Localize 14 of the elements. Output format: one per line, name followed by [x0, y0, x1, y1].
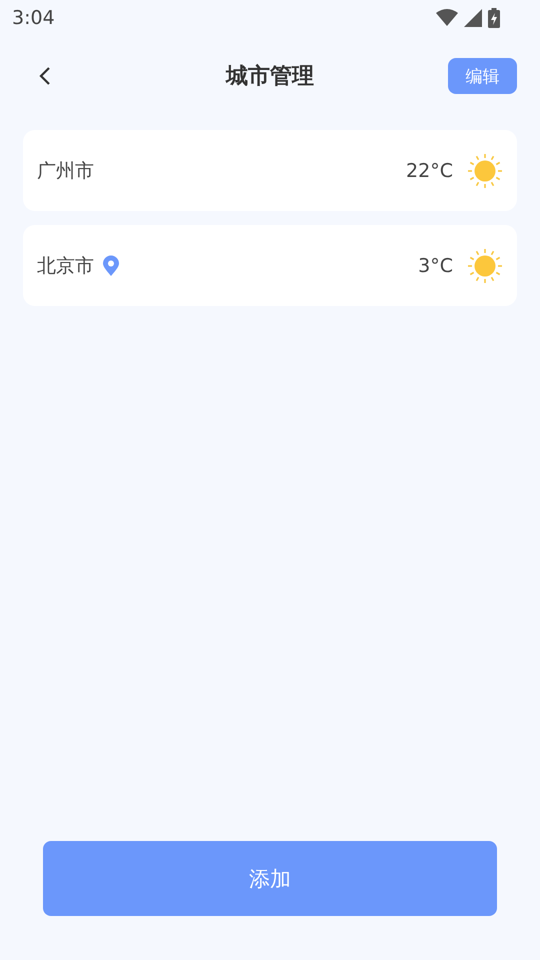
city-name: 北京市 — [37, 254, 94, 278]
wifi-icon — [436, 9, 458, 27]
status-time: 3:04 — [12, 7, 55, 29]
sun-icon — [467, 248, 503, 284]
city-card[interactable]: 广州市 22°C — [23, 130, 517, 211]
city-name: 广州市 — [37, 158, 94, 184]
page-title: 城市管理 — [226, 62, 314, 91]
temperature: 3°C — [418, 254, 453, 276]
back-icon[interactable] — [38, 65, 52, 87]
battery-icon — [488, 8, 500, 28]
city-card[interactable]: 北京市 3°C — [23, 225, 517, 306]
temperature: 22°C — [406, 160, 453, 182]
sun-icon — [467, 152, 503, 188]
signal-icon — [464, 9, 482, 27]
